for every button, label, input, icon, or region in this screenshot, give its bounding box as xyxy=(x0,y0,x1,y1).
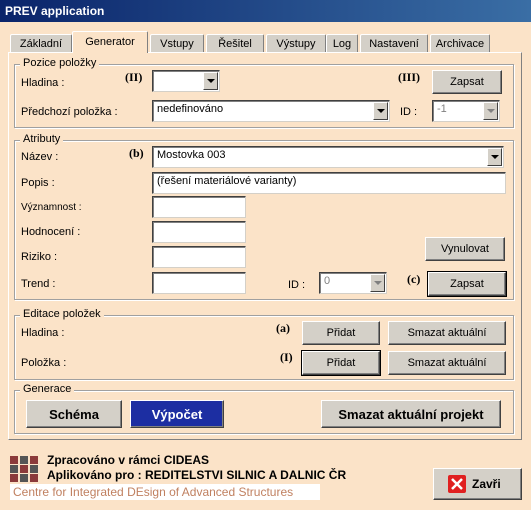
tab-resitel[interactable]: Řešitel xyxy=(206,34,264,52)
popis-input[interactable]: (řešení materiálové varianty) xyxy=(152,172,506,194)
tab-vstupy[interactable]: Vstupy xyxy=(150,34,204,52)
vyznamnost-label: Významnost : xyxy=(21,202,82,213)
polozka-smazat-button[interactable]: Smazat aktuální xyxy=(388,351,506,375)
tag-iii: (III) xyxy=(398,70,421,84)
tag-c: (c) xyxy=(407,272,421,286)
title-bar: PREV application xyxy=(0,0,531,22)
generace-legend: Generace xyxy=(20,383,75,395)
trend-input[interactable] xyxy=(152,272,246,294)
hladina-pridat-button[interactable]: Přidat xyxy=(302,321,380,345)
tab-archivace[interactable]: Archivace xyxy=(430,34,490,52)
editace-legend: Editace položek xyxy=(20,308,104,320)
atributy-legend: Atributy xyxy=(20,133,64,145)
predchozi-label: Předchozí položka : xyxy=(21,106,118,118)
vypocet-button[interactable]: Výpočet xyxy=(130,400,224,428)
zavri-button[interactable]: Zavři xyxy=(433,468,522,500)
riziko-input[interactable] xyxy=(152,246,246,268)
schema-button[interactable]: Schéma xyxy=(26,400,122,428)
tab-generator[interactable]: Generator xyxy=(72,31,148,53)
tag-ii: (II) xyxy=(125,70,143,84)
pozice-id-label: ID : xyxy=(400,106,418,118)
editace-polozka-label: Položka : xyxy=(21,357,67,369)
atributy-zapsat-button[interactable]: Zapsat xyxy=(427,271,507,297)
cideas-logo-icon xyxy=(10,456,38,482)
hodnoceni-input[interactable] xyxy=(152,221,246,243)
footer-line2: Aplikováno pro : REDITELSTVI SILNIC A DA… xyxy=(47,468,347,482)
nazev-select[interactable]: Mostovka 003 xyxy=(152,146,504,168)
pozice-id-select[interactable]: -1 xyxy=(432,100,500,122)
tag-i: (I) xyxy=(280,350,293,364)
vyznamnost-input[interactable] xyxy=(152,196,246,218)
pozice-legend: Pozice položky xyxy=(20,57,100,69)
pozice-zapsat-button[interactable]: Zapsat xyxy=(432,70,502,94)
footer-line1: Zpracováno v rámci CIDEAS xyxy=(47,453,210,467)
vynulovat-button[interactable]: Vynulovat xyxy=(425,237,505,261)
hladina-smazat-button[interactable]: Smazat aktuální xyxy=(388,321,506,345)
atributy-id-select[interactable]: 0 xyxy=(319,272,387,294)
chevron-down-icon[interactable] xyxy=(203,72,218,90)
tab-log[interactable]: Log xyxy=(326,34,358,52)
window-title: PREV application xyxy=(5,4,105,18)
tab-nastaveni[interactable]: Nastavení xyxy=(360,34,428,52)
tag-a: (a) xyxy=(276,321,290,335)
atributy-id-label: ID : xyxy=(288,279,306,291)
predchozi-select[interactable]: nedefinováno xyxy=(152,100,390,122)
chevron-down-icon[interactable] xyxy=(373,102,388,120)
close-icon xyxy=(448,475,466,493)
cideas-logo-text: Centre for Integrated DEsign of Advanced… xyxy=(10,484,320,500)
hladina-label: Hladina : xyxy=(21,77,65,89)
editace-hladina-label: Hladina : xyxy=(21,327,65,339)
riziko-label: Riziko : xyxy=(21,251,58,263)
chevron-down-icon[interactable] xyxy=(483,102,498,120)
nazev-label: Název : xyxy=(21,151,59,163)
smazat-projekt-button[interactable]: Smazat aktuální projekt xyxy=(321,400,501,428)
popis-label: Popis : xyxy=(21,177,55,189)
hodnoceni-label: Hodnocení : xyxy=(21,226,81,238)
tag-b: (b) xyxy=(129,146,144,160)
polozka-pridat-button[interactable]: Přidat xyxy=(301,350,381,376)
tab-zakladni[interactable]: Základní xyxy=(10,34,72,52)
chevron-down-icon[interactable] xyxy=(487,148,502,166)
hladina-select[interactable] xyxy=(152,70,220,92)
tab-vystupy[interactable]: Výstupy xyxy=(266,34,326,52)
trend-label: Trend : xyxy=(21,278,56,290)
chevron-down-icon[interactable] xyxy=(370,274,385,292)
